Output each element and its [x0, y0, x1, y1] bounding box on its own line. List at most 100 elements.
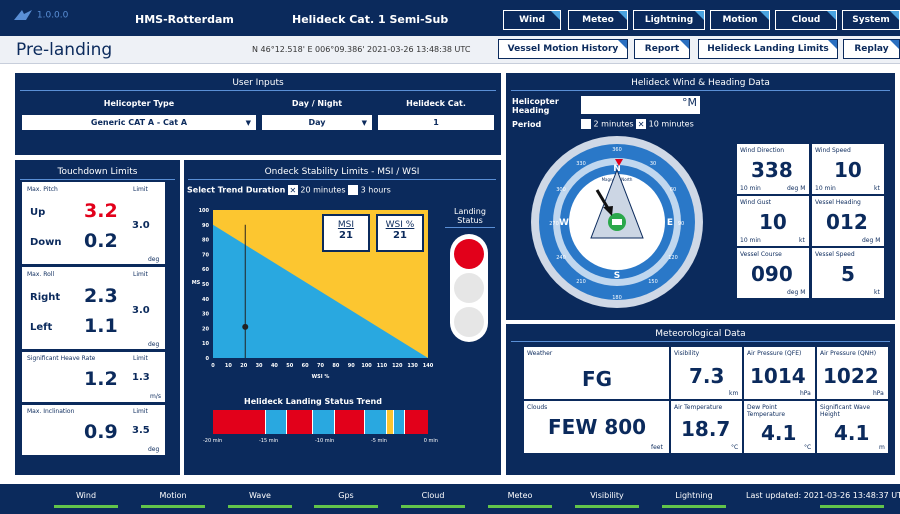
- svg-text:180: 180: [612, 295, 622, 301]
- day-night-select[interactable]: Day ▼: [262, 115, 372, 130]
- opt-20-minutes-label: 20 minutes: [300, 185, 346, 195]
- status-lightning[interactable]: Lightning: [659, 491, 729, 500]
- msi-box: MSI 21: [322, 214, 370, 252]
- inclination-unit: deg: [148, 446, 160, 453]
- vessel-motion-history-button[interactable]: Vessel Motion History: [498, 39, 628, 59]
- y-tick-label: 40: [202, 297, 209, 303]
- wave-height-value: 4.1: [834, 421, 870, 445]
- checkbox-3-hours[interactable]: [348, 185, 359, 195]
- wave-height-card: Significant Wave Height 4.1 m: [817, 401, 888, 453]
- trend-title: Helideck Landing Status Trend: [244, 397, 382, 406]
- y-axis-label: MS: [192, 280, 201, 286]
- clouds-label: Clouds: [527, 404, 548, 411]
- checkbox-20-minutes[interactable]: ✕: [287, 185, 298, 195]
- replay-button[interactable]: Replay: [843, 39, 900, 59]
- qfe-value: 1014: [750, 364, 806, 388]
- x-tick-label: 20: [240, 363, 247, 369]
- wind-gust-card: Wind Gust 10 10 min kt: [737, 196, 809, 246]
- status-cloud[interactable]: Cloud: [398, 491, 468, 500]
- status-visibility[interactable]: Visibility: [572, 491, 642, 500]
- wind-compass: 36090180270 3060120150 210240300330 NSWE…: [531, 136, 703, 308]
- roll-right-value: 2.3: [84, 285, 118, 307]
- vessel-speed-label: Vessel Speed: [815, 251, 855, 258]
- status-indicator: [575, 505, 639, 508]
- wind-direction-value: 338: [751, 158, 793, 182]
- chevron-down-icon: ▼: [245, 118, 251, 127]
- landing-status-title: Landing Status: [445, 207, 495, 228]
- vessel-course-value: 090: [751, 262, 793, 286]
- x-tick-label: 110: [377, 363, 388, 369]
- trend-tick-4: 0 min: [423, 438, 438, 444]
- pitch-up-label: Up: [30, 207, 46, 218]
- y-tick-label: 100: [199, 208, 210, 214]
- status-motion[interactable]: Motion: [138, 491, 208, 500]
- helideck-landing-limits-button[interactable]: Helideck Landing Limits: [698, 39, 838, 59]
- roll-left-value: 1.1: [84, 315, 118, 337]
- svg-text:210: 210: [576, 279, 586, 285]
- pitch-card: Max. Pitch Limit Up 3.2 Down 0.2 3.0 deg: [22, 182, 165, 264]
- period-label: Period: [512, 120, 542, 129]
- x-tick-label: 140: [423, 363, 434, 369]
- checkbox-10-minutes[interactable]: ✕: [636, 119, 647, 129]
- helicopter-type-select[interactable]: Generic CAT A - Cat A ▼: [22, 115, 256, 130]
- heave-card: Significant Heave Rate Limit 1.2 1.3 m/s: [22, 352, 165, 402]
- wind-direction-unit: deg M: [787, 185, 806, 192]
- heading-label: Helicopter Heading: [512, 97, 559, 115]
- status-wind[interactable]: Wind: [51, 491, 121, 500]
- helicopter-type-value: Generic CAT A - Cat A: [90, 118, 188, 127]
- checkbox-2-minutes[interactable]: [581, 119, 591, 129]
- inclination-limit-label: Limit: [133, 408, 148, 415]
- dew-point-card: Dew Point Temperature 4.1 °C: [744, 401, 815, 453]
- clouds-unit: feet: [651, 444, 663, 451]
- visibility-unit: km: [729, 390, 739, 397]
- version-label: 1.0.0.0: [36, 10, 69, 21]
- pitch-limit-label: Limit: [133, 186, 148, 193]
- nav-motion[interactable]: Motion: [710, 10, 770, 30]
- x-tick-label: 120: [392, 363, 403, 369]
- x-tick-label: 70: [317, 363, 324, 369]
- period-selector: 2 minutes ✕ 10 minutes: [581, 119, 694, 129]
- status-indicator: [314, 505, 378, 508]
- touchdown-title: Touchdown Limits: [20, 167, 175, 180]
- nav-lightning[interactable]: Lightning: [633, 10, 705, 30]
- trend-duration-label: Select Trend Duration: [187, 185, 286, 195]
- x-tick-label: 50: [286, 363, 293, 369]
- wind-title: Helideck Wind & Heading Data: [511, 78, 890, 91]
- x-tick-label: 80: [332, 363, 339, 369]
- report-button[interactable]: Report: [634, 39, 690, 59]
- qfe-unit: hPa: [800, 390, 811, 397]
- status-meteo[interactable]: Meteo: [485, 491, 555, 500]
- y-tick-label: 30: [202, 312, 209, 318]
- dew-point-unit: °C: [804, 444, 812, 451]
- landing-status-light-housing: [450, 234, 488, 342]
- visibility-value: 7.3: [689, 364, 725, 388]
- status-gps[interactable]: Gps: [311, 491, 381, 500]
- vessel-heading-value: 012: [826, 210, 868, 234]
- status-indicator: [820, 505, 884, 508]
- inclination-card: Max. Inclination Limit 0.9 3.5 deg: [22, 405, 165, 455]
- nav-wind[interactable]: Wind: [503, 10, 561, 30]
- qnh-value: 1022: [823, 364, 879, 388]
- clouds-card: Clouds FEW 800 feet: [524, 401, 669, 453]
- trend-tick-1: -15 min: [258, 438, 279, 444]
- vessel-heading-label: Vessel Heading: [815, 199, 861, 206]
- col-helicopter-type: Helicopter Type: [103, 99, 175, 108]
- wind-speed-card: Wind Speed 10 10 min kt: [812, 144, 884, 194]
- status-wave[interactable]: Wave: [225, 491, 295, 500]
- heave-limit-value: 1.3: [132, 372, 150, 383]
- inclination-value: 0.9: [84, 421, 118, 443]
- day-night-value: Day: [308, 118, 326, 127]
- user-inputs-title: User Inputs: [20, 78, 496, 91]
- nav-cloud[interactable]: Cloud: [775, 10, 837, 30]
- page-title: Pre-landing: [16, 40, 113, 60]
- heading-input[interactable]: °M: [581, 96, 700, 114]
- nav-meteo[interactable]: Meteo: [568, 10, 628, 30]
- svg-text:30: 30: [650, 161, 656, 167]
- svg-text:60: 60: [670, 187, 676, 193]
- wind-speed-period: 10 min: [815, 185, 836, 192]
- dew-point-value: 4.1: [761, 421, 797, 445]
- status-indicator: [228, 505, 292, 508]
- wsi-label: WSI %: [385, 220, 415, 230]
- period-10-min-label: 10 minutes: [648, 119, 694, 129]
- nav-system[interactable]: System: [842, 10, 900, 30]
